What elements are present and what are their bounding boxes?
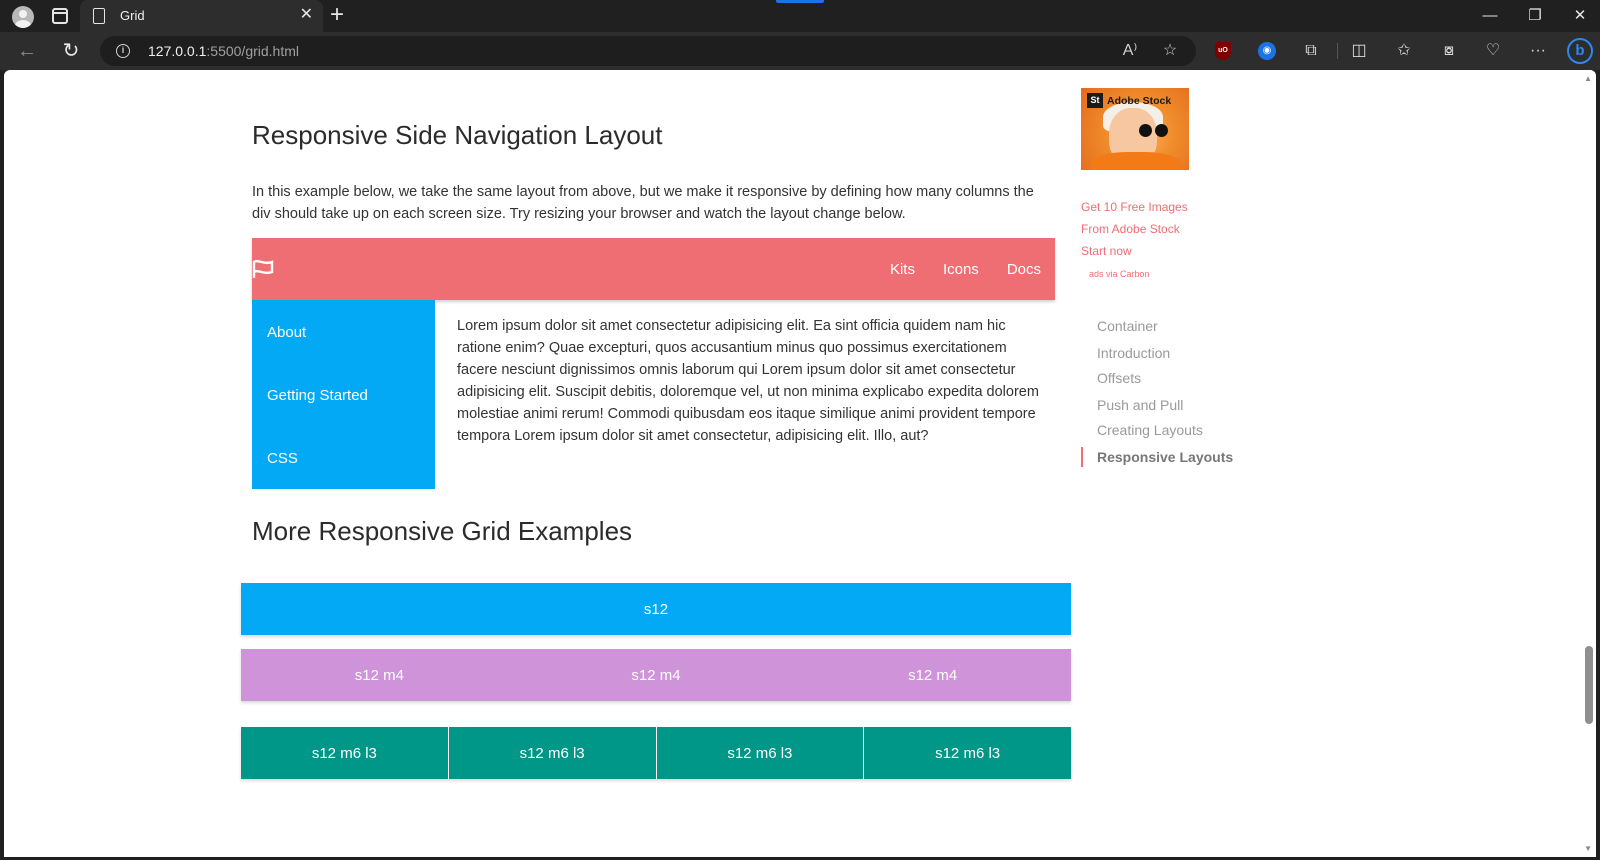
- section-title-responsive: Responsive Side Navigation Layout: [252, 120, 663, 150]
- tab-actions-icon[interactable]: [52, 8, 68, 24]
- favorites-icon[interactable]: ✩: [1392, 39, 1416, 63]
- grid-cell: s12 m6 l3: [448, 727, 657, 779]
- restore-icon[interactable]: ❐: [1520, 4, 1550, 28]
- close-window-icon[interactable]: ✕: [1565, 4, 1595, 28]
- ad-text-line-3[interactable]: Start now: [1081, 244, 1132, 258]
- browser-toolbar: ← ↻ i 127.0.0.1:5500/grid.html A⁾ ☆ uO ◉…: [0, 32, 1600, 70]
- address-bar[interactable]: i 127.0.0.1:5500/grid.html A⁾ ☆: [100, 36, 1196, 66]
- page-scrollbar[interactable]: ▲ ▼: [1580, 70, 1596, 857]
- side-link-css[interactable]: CSS: [267, 450, 298, 467]
- section-title-more-examples: More Responsive Grid Examples: [252, 516, 633, 546]
- ad-image[interactable]: St Adobe Stock: [1081, 88, 1189, 170]
- grid-cell: s12 m4: [631, 666, 681, 684]
- grid-row-l3: s12 m6 l3 s12 m6 l3 s12 m6 l3 s12 m6 l3: [241, 727, 1071, 779]
- page-content: Responsive Side Navigation Layout In thi…: [4, 70, 1580, 857]
- grid-cell: s12 m6 l3: [864, 727, 1071, 779]
- toolbar-divider: [1337, 43, 1338, 59]
- ad-text-line-1[interactable]: Get 10 Free Images: [1081, 200, 1188, 214]
- toc-active-indicator: [1081, 447, 1083, 467]
- browser-tab-bar: Grid ✕ + — ❐ ✕: [0, 0, 1600, 32]
- performance-heart-icon[interactable]: ♡: [1481, 39, 1505, 63]
- ublock-extension-icon[interactable]: uO: [1215, 42, 1231, 60]
- flag-logo-icon[interactable]: [252, 259, 274, 279]
- grid-row-m4: s12 m4 s12 m4 s12 m4: [241, 649, 1071, 701]
- bing-copilot-icon[interactable]: b: [1567, 38, 1593, 64]
- grid-cell: s12: [643, 600, 669, 618]
- demo-navbar: Kits Icons Docs: [252, 238, 1055, 300]
- adobe-stock-badge: St Adobe Stock: [1087, 93, 1171, 108]
- demo-nav-links: Kits Icons Docs: [876, 238, 1041, 300]
- close-tab-icon[interactable]: ✕: [300, 6, 313, 24]
- demo-body-text: Lorem ipsum dolor sit amet consectetur a…: [457, 318, 1039, 444]
- page-icon: [93, 8, 105, 24]
- favorite-star-icon[interactable]: ☆: [1158, 39, 1182, 63]
- nav-link-kits[interactable]: Kits: [876, 261, 929, 278]
- reload-icon[interactable]: ↻: [58, 38, 84, 64]
- more-menu-icon[interactable]: ···: [1526, 39, 1550, 63]
- page-viewport: Responsive Side Navigation Layout In thi…: [4, 70, 1596, 857]
- toc-item-creating-layouts[interactable]: Creating Layouts: [1097, 422, 1203, 438]
- toc-item-responsive-layouts[interactable]: Responsive Layouts: [1097, 449, 1233, 465]
- extension-audio-icon[interactable]: ◉: [1258, 42, 1276, 60]
- tab-title: Grid: [120, 8, 145, 23]
- ad-text-line-2[interactable]: From Adobe Stock: [1081, 222, 1180, 236]
- grid-row-s12: s12: [241, 583, 1071, 635]
- side-link-about[interactable]: About: [267, 324, 306, 341]
- adobe-stock-logo-icon: St: [1087, 93, 1103, 108]
- demo-side-nav: About Getting Started CSS: [252, 300, 435, 489]
- scrollbar-thumb[interactable]: [1585, 646, 1593, 724]
- grid-cell: s12 m6 l3: [241, 727, 449, 779]
- side-link-getting-started[interactable]: Getting Started: [267, 387, 368, 404]
- nav-link-icons[interactable]: Icons: [929, 261, 993, 278]
- url-text[interactable]: 127.0.0.1:5500/grid.html: [148, 43, 299, 59]
- profile-avatar-icon[interactable]: [12, 6, 34, 28]
- ad-brand-label: Adobe Stock: [1107, 94, 1172, 107]
- scroll-up-arrow-icon[interactable]: ▲: [1584, 74, 1592, 83]
- toc-item-introduction[interactable]: Introduction: [1097, 345, 1170, 361]
- toc-item-offsets[interactable]: Offsets: [1097, 370, 1141, 386]
- ad-via-carbon[interactable]: ads via Carbon: [1089, 269, 1150, 279]
- drag-indicator: [776, 0, 824, 3]
- grid-cell: s12 m6 l3: [656, 727, 865, 779]
- grid-cell: s12 m4: [354, 666, 404, 684]
- ad-photo-sunglasses: [1139, 124, 1169, 137]
- split-screen-icon[interactable]: ◫: [1347, 39, 1371, 63]
- back-arrow-icon[interactable]: ←: [14, 38, 40, 64]
- nav-link-docs[interactable]: Docs: [993, 261, 1041, 278]
- toc-item-container[interactable]: Container: [1097, 318, 1158, 334]
- read-aloud-icon[interactable]: A⁾: [1118, 39, 1142, 63]
- browser-tab[interactable]: Grid ✕: [80, 0, 323, 32]
- minimize-icon[interactable]: —: [1475, 4, 1505, 28]
- new-tab-icon[interactable]: +: [330, 2, 344, 28]
- intro-paragraph: In this example below, we take the same …: [252, 184, 1034, 222]
- ad-photo-shirt: [1091, 152, 1181, 170]
- site-info-icon[interactable]: i: [116, 44, 130, 58]
- collections-icon[interactable]: ⧇: [1437, 39, 1461, 63]
- extensions-puzzle-icon[interactable]: ⧉: [1299, 39, 1323, 63]
- toc-item-push-and-pull[interactable]: Push and Pull: [1097, 397, 1183, 413]
- scroll-down-arrow-icon[interactable]: ▼: [1584, 844, 1592, 853]
- grid-cell: s12 m4: [908, 666, 958, 684]
